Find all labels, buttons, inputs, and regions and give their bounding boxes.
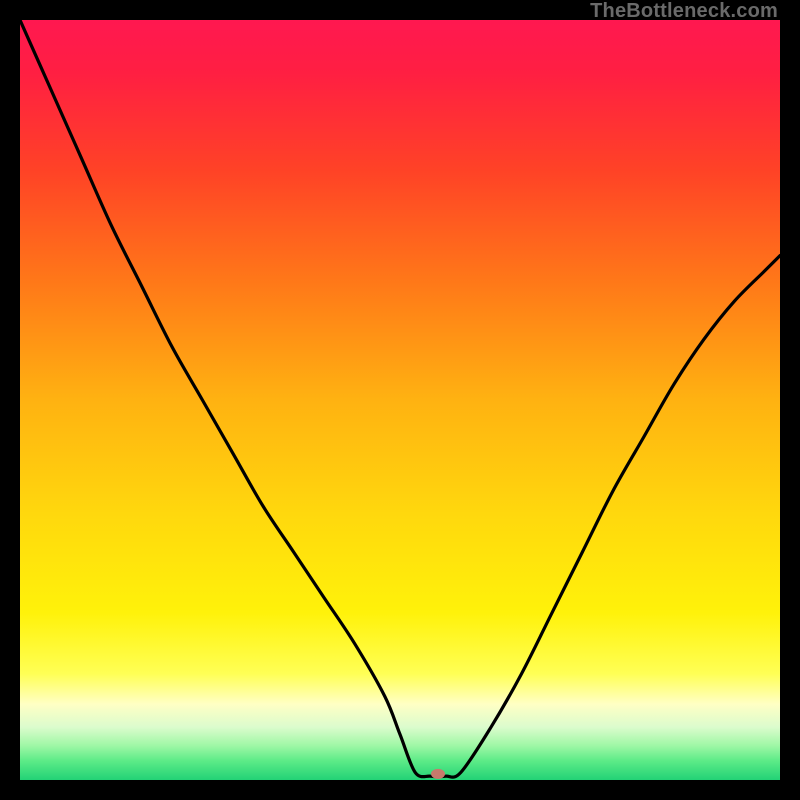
- watermark-text: TheBottleneck.com: [590, 0, 778, 23]
- chart-frame: [20, 20, 780, 780]
- optimum-marker: [431, 769, 445, 779]
- bottleneck-chart: [20, 20, 780, 780]
